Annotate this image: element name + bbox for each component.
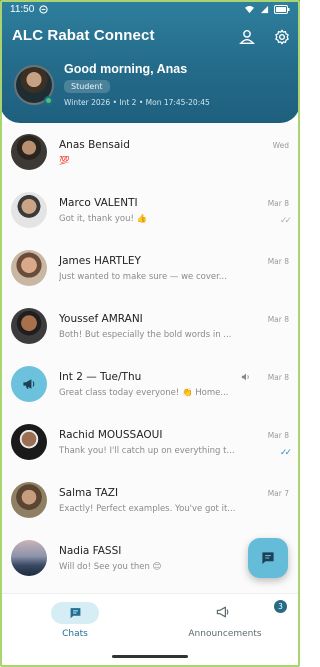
chat-time: Mar 8 xyxy=(267,315,289,324)
volume-icon xyxy=(241,373,249,381)
chat-time: Mar 7 xyxy=(267,489,289,498)
chat-preview: Exactly! Perfect examples. You've got it… xyxy=(59,504,236,514)
chat-name: Anas Bensaid xyxy=(59,139,130,151)
chat-item[interactable]: Int 2 — Tue/Thu Great class today everyo… xyxy=(0,355,300,413)
status-bar: 11:50 xyxy=(0,0,300,18)
delivered-check-icon: ✓✓ xyxy=(279,216,292,226)
chats-tab-indicator xyxy=(51,602,99,624)
chat-time: Mar 8 xyxy=(267,373,289,382)
chat-name: James HARTLEY xyxy=(59,255,141,267)
tab-announcements[interactable]: 3 Announcements xyxy=(165,600,287,650)
status-time: 11:50 xyxy=(10,3,35,15)
home-indicator[interactable] xyxy=(112,655,188,658)
chat-preview: 💯 xyxy=(59,156,70,166)
tab-chats[interactable]: Chats xyxy=(15,600,135,650)
contact-avatar xyxy=(11,308,47,344)
chat-time: Wed xyxy=(272,141,289,150)
chat-list: Anas Bensaid 💯 Wed Marco VALENTI Got it,… xyxy=(0,123,300,593)
settings-icon[interactable] xyxy=(273,28,291,46)
chat-item[interactable]: Marco VALENTI Got it, thank you! 👍 Mar 8… xyxy=(0,181,300,239)
chat-preview: Both! But especially the bold words in .… xyxy=(59,330,232,340)
chat-name: Rachid MOUSSAOUI xyxy=(59,429,163,441)
group-avatar xyxy=(11,366,47,402)
wifi-icon xyxy=(245,5,254,13)
contact-avatar xyxy=(11,192,47,228)
profile-icon[interactable] xyxy=(238,28,256,46)
announcements-icon-wrap: 3 xyxy=(215,600,287,622)
megaphone-icon xyxy=(216,606,229,618)
chat-time: Mar 8 xyxy=(267,257,289,266)
chat-preview: Great class today everyone! 👏 Home... xyxy=(59,388,229,398)
chat-name: Int 2 — Tue/Thu xyxy=(59,371,142,383)
contact-avatar xyxy=(11,134,47,170)
app-title: ALC Rabat Connect xyxy=(12,27,155,44)
chat-preview: Got it, thank you! 👍 xyxy=(59,214,148,224)
chat-bubble-icon xyxy=(70,608,80,619)
contact-avatar xyxy=(11,482,47,518)
chat-item[interactable]: Salma TAZI Exactly! Perfect examples. Yo… xyxy=(0,471,300,529)
chat-name: Salma TAZI xyxy=(59,487,119,499)
chat-time: Mar 8 xyxy=(267,431,289,440)
chat-item[interactable]: James HARTLEY Just wanted to make sure —… xyxy=(0,239,300,297)
read-check-icon: ✓✓ xyxy=(279,448,292,458)
online-status-dot xyxy=(44,96,53,105)
new-chat-button[interactable] xyxy=(248,538,288,578)
announcements-count-badge: 3 xyxy=(274,600,287,613)
chat-item[interactable]: Youssef AMRANI Both! But especially the … xyxy=(0,297,300,355)
chat-preview: Will do! See you then 😊 xyxy=(59,562,162,572)
tab-chats-label: Chats xyxy=(62,629,88,639)
role-badge: Student xyxy=(64,80,110,93)
chat-name: Youssef AMRANI xyxy=(59,313,143,325)
chat-time: Mar 8 xyxy=(267,199,289,208)
megaphone-icon xyxy=(23,379,35,389)
chat-preview: Just wanted to make sure — we cover... xyxy=(59,272,227,282)
chat-name: Marco VALENTI xyxy=(59,197,138,209)
greeting-text: Good morning, Anas xyxy=(64,62,188,76)
chat-preview: Thank you! I'll catch up on everything t… xyxy=(59,446,235,456)
chat-icon xyxy=(262,552,274,564)
tab-announcements-label: Announcements xyxy=(188,629,262,639)
chat-name: Nadia FASSI xyxy=(59,545,122,557)
contact-avatar xyxy=(11,540,47,576)
chat-item[interactable]: Rachid MOUSSAOUI Thank you! I'll catch u… xyxy=(0,413,300,471)
contact-avatar xyxy=(11,250,47,286)
app-header: 11:50 ALC Rabat Connect Good morning, An… xyxy=(0,0,300,123)
battery-icon xyxy=(274,4,290,14)
chat-item[interactable]: Anas Bensaid 💯 Wed xyxy=(0,123,300,181)
signal-icon xyxy=(260,5,269,13)
class-info: Winter 2026 • Int 2 • Mon 17:45-20:45 xyxy=(64,98,210,107)
sim-icon xyxy=(39,4,48,14)
contact-avatar xyxy=(11,424,47,460)
